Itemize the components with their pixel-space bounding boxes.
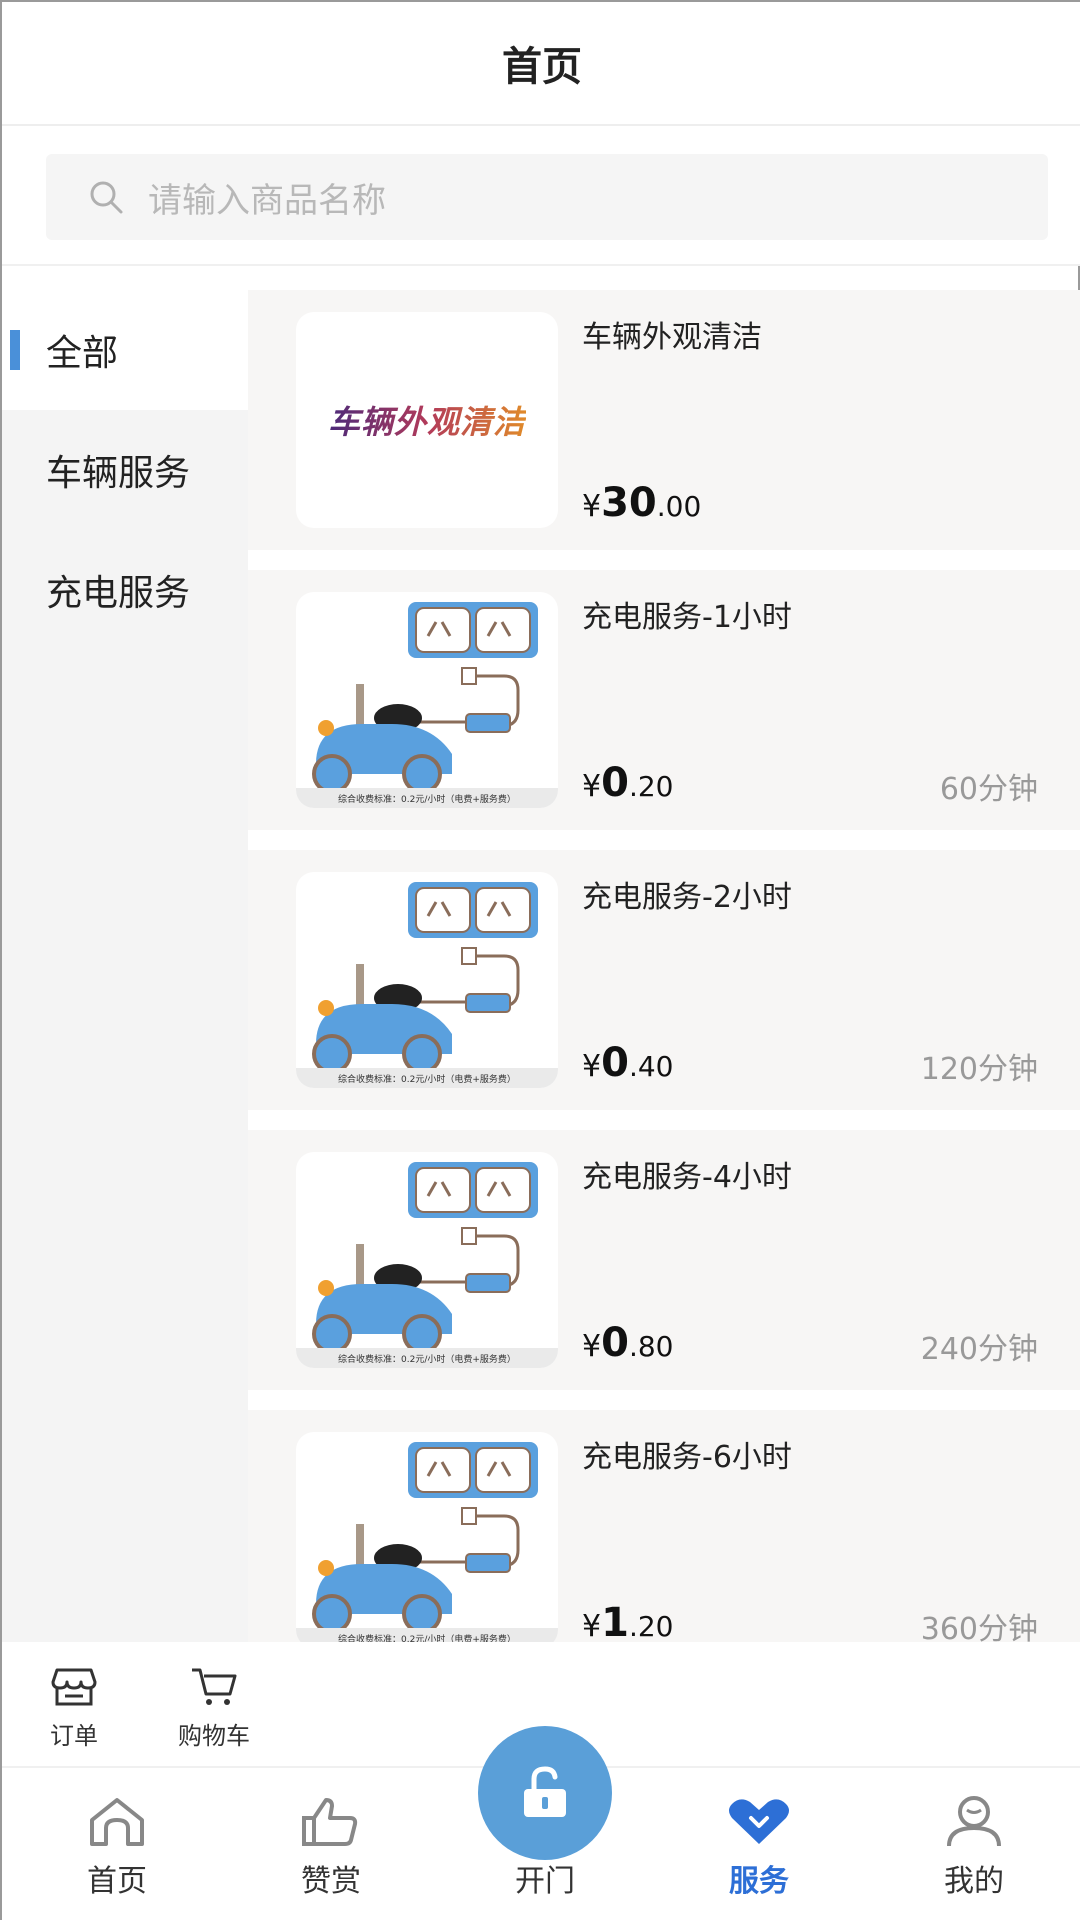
product-image: 车辆外观清洁: [296, 312, 558, 528]
search-placeholder: 请输入商品名称: [148, 180, 386, 221]
open-door-button[interactable]: [478, 1726, 612, 1860]
product-list: 车辆外观清洁 车辆外观清洁 ¥30.00 综合收费标准：0.2元/小时（电费+服…: [248, 290, 1080, 1642]
image-caption: 综合收费标准：0.2元/小时（电费+服务费）: [338, 793, 516, 805]
sidebar-item-label: 全部: [46, 333, 119, 374]
car-wash-logo: 车辆外观清洁: [296, 312, 558, 528]
product-title: 车辆外观清洁: [582, 320, 762, 355]
cart-icon: [192, 1668, 237, 1705]
product-title: 充电服务-6小时: [582, 1440, 792, 1475]
sidebar-item-charging-service[interactable]: 充电服务: [2, 530, 248, 650]
search-section: 请输入商品名称: [2, 126, 1080, 266]
page-title: 首页: [502, 44, 582, 90]
thumbs-up-icon: [302, 1798, 358, 1846]
scooter-charging-illustration: 综合收费标准：0.2元/小时（电费+服务费）: [296, 602, 558, 808]
price-integer: 0: [601, 760, 629, 806]
scooter-charging-illustration: 综合收费标准：0.2元/小时（电费+服务费）: [296, 1162, 558, 1368]
house-icon: [90, 1798, 144, 1846]
cart-label: 购物车: [178, 1722, 250, 1750]
image-caption: 综合收费标准：0.2元/小时（电费+服务费）: [338, 1633, 516, 1642]
tab-label: 我的: [944, 1864, 1004, 1899]
product-image: 综合收费标准：0.2元/小时（电费+服务费）: [296, 592, 558, 808]
product-card-charging-2h[interactable]: 综合收费标准：0.2元/小时（电费+服务费） 充电服务-2小时 ¥0.40 12…: [248, 850, 1080, 1110]
price-decimal: .40: [628, 1050, 674, 1083]
product-card-charging-6h[interactable]: 综合收费标准：0.2元/小时（电费+服务费） 充电服务-6小时 ¥1.20 36…: [248, 1410, 1080, 1642]
image-caption: 综合收费标准：0.2元/小时（电费+服务费）: [338, 1073, 516, 1085]
orders-label: 订单: [50, 1722, 98, 1750]
product-price: ¥0.80: [582, 1320, 673, 1366]
currency-symbol: ¥: [582, 769, 602, 804]
price-integer: 1: [601, 1600, 629, 1642]
tab-mine[interactable]: 我的: [904, 1796, 1044, 1900]
price-integer: 0: [601, 1320, 629, 1366]
sidebar-item-vehicle-service[interactable]: 车辆服务: [2, 410, 248, 530]
orders-button[interactable]: 订单: [50, 1666, 98, 1751]
sidebar-item-label: 充电服务: [46, 573, 191, 614]
cart-button[interactable]: 购物车: [178, 1666, 250, 1751]
user-icon: [947, 1796, 1001, 1847]
product-price: ¥0.20: [582, 760, 673, 806]
product-image: 综合收费标准：0.2元/小时（电费+服务费）: [296, 1152, 558, 1368]
tab-label: 赞赏: [301, 1864, 361, 1899]
app-frame: 首页 请输入商品名称 全部 车辆服务 充电服务 车辆外观清洁 车辆外观清洁 ¥3…: [0, 0, 1080, 1920]
product-image: 综合收费标准：0.2元/小时（电费+服务费）: [296, 1432, 558, 1642]
product-card-charging-4h[interactable]: 综合收费标准：0.2元/小时（电费+服务费） 充电服务-4小时 ¥0.80 24…: [248, 1130, 1080, 1390]
currency-symbol: ¥: [582, 489, 602, 524]
search-input[interactable]: 请输入商品名称: [46, 154, 1048, 240]
scooter-charging-illustration: 综合收费标准：0.2元/小时（电费+服务费）: [296, 1442, 558, 1642]
price-integer: 30: [601, 480, 657, 526]
product-card-car-wash[interactable]: 车辆外观清洁 车辆外观清洁 ¥30.00: [248, 290, 1080, 550]
scooter-charging-illustration: 综合收费标准：0.2元/小时（电费+服务费）: [296, 882, 558, 1088]
tab-label: 服务: [729, 1864, 789, 1899]
product-price: ¥0.40: [582, 1040, 673, 1086]
price-decimal: .80: [628, 1330, 674, 1363]
sidebar-item-label: 车辆服务: [46, 453, 191, 494]
logo-text: 车辆外观清洁: [328, 397, 526, 443]
currency-symbol: ¥: [582, 1049, 602, 1084]
category-sidebar: 全部 车辆服务 充电服务: [2, 290, 248, 1642]
store-icon: [51, 1668, 97, 1706]
sidebar-item-all[interactable]: 全部: [2, 290, 248, 410]
tab-service[interactable]: 服务: [689, 1796, 829, 1900]
open-door-label: 开门: [515, 1864, 575, 1899]
tab-home[interactable]: 首页: [47, 1796, 187, 1900]
price-decimal: .20: [628, 1610, 674, 1642]
unlock-icon: [524, 1766, 566, 1817]
price-decimal: .00: [656, 490, 702, 523]
tab-reward[interactable]: 赞赏: [261, 1796, 401, 1900]
product-duration: 60分钟: [939, 772, 1038, 807]
header-bar: 首页: [2, 2, 1080, 126]
product-title: 充电服务-2小时: [582, 880, 792, 915]
product-duration: 120分钟: [920, 1052, 1038, 1087]
product-duration: 240分钟: [920, 1332, 1038, 1367]
image-caption: 综合收费标准：0.2元/小时（电费+服务费）: [338, 1353, 516, 1365]
product-price: ¥1.20: [582, 1600, 673, 1642]
product-duration: 360分钟: [920, 1612, 1038, 1642]
tab-label: 首页: [87, 1864, 147, 1899]
active-indicator: [10, 330, 20, 370]
price-integer: 0: [601, 1040, 629, 1086]
product-title: 充电服务-1小时: [582, 600, 792, 635]
product-price: ¥30.00: [582, 480, 701, 526]
product-image: 综合收费标准：0.2元/小时（电费+服务费）: [296, 872, 558, 1088]
heart-icon: [729, 1799, 789, 1844]
search-icon: [90, 181, 123, 214]
product-card-charging-1h[interactable]: 综合收费标准：0.2元/小时（电费+服务费） 充电服务-1小时 ¥0.20 60…: [248, 570, 1080, 830]
price-decimal: .20: [628, 770, 674, 803]
currency-symbol: ¥: [582, 1609, 602, 1642]
product-title: 充电服务-4小时: [582, 1160, 792, 1195]
currency-symbol: ¥: [582, 1329, 602, 1364]
